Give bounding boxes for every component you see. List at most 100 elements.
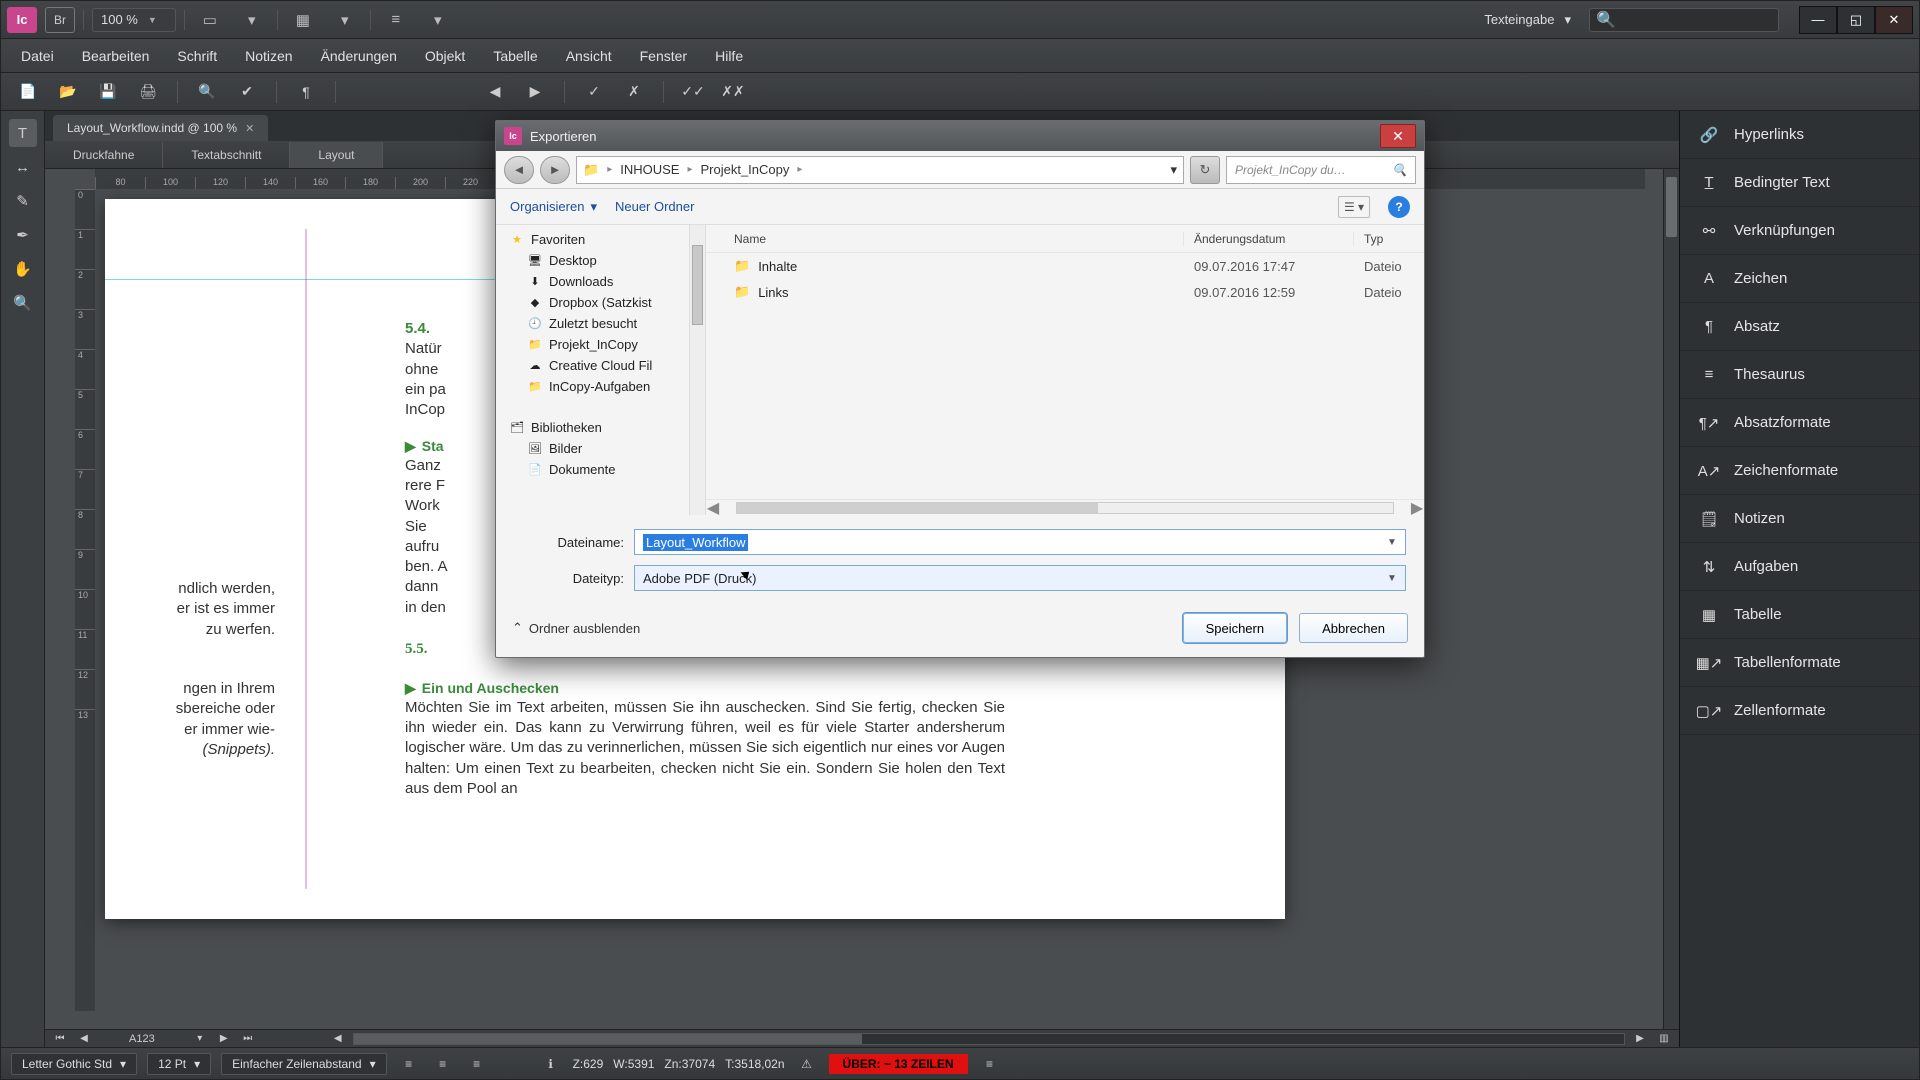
folder-tree[interactable]: ★Favoriten 🖥Desktop ⬇Downloads ◆Dropbox …	[496, 225, 706, 515]
dialog-close-button[interactable]: ✕	[1380, 124, 1416, 148]
menu-aenderungen[interactable]: Änderungen	[309, 42, 409, 70]
view-options-icon[interactable]: ≡	[379, 8, 413, 32]
zoom-tool-icon[interactable]: 🔍	[9, 289, 37, 317]
menu-fenster[interactable]: Fenster	[628, 42, 699, 70]
panel-conditional-text[interactable]: T̲Bedingter Text	[1680, 159, 1919, 207]
panel-links[interactable]: ⚯Verknüpfungen	[1680, 207, 1919, 255]
file-list-header[interactable]: Name Änderungsdatum Typ	[706, 225, 1424, 253]
screen-mode-icon[interactable]: ▭	[193, 8, 227, 32]
scroll-left-icon[interactable]: ◀	[329, 1032, 347, 1046]
dialog-titlebar[interactable]: Ic Exportieren ✕	[496, 121, 1424, 151]
breadcrumb[interactable]: 📁 ▸ INHOUSE ▸ Projekt_InCopy ▸ ▾	[576, 156, 1184, 184]
chevron-down-icon[interactable]: ▾	[421, 8, 455, 32]
new-icon[interactable]: 📄	[13, 79, 43, 105]
chevron-down-icon[interactable]: ▼	[1385, 535, 1399, 549]
panel-character-styles[interactable]: A↗Zeichenformate	[1680, 447, 1919, 495]
note-tool-icon[interactable]: ✎	[9, 187, 37, 215]
eyedropper-tool-icon[interactable]: ✒	[9, 221, 37, 249]
hide-folders-toggle[interactable]: ⌃Ordner ausblenden	[512, 620, 640, 636]
subtab-druckfahne[interactable]: Druckfahne	[45, 142, 163, 168]
page-number[interactable]: A123	[99, 1033, 185, 1045]
tree-item[interactable]: Bilder	[549, 441, 582, 456]
organize-dropdown[interactable]: Organisieren▾	[510, 199, 597, 215]
new-folder-button[interactable]: Neuer Ordner	[615, 199, 694, 214]
file-row[interactable]: 📁Links 09.07.2016 12:59 Dateio	[706, 279, 1424, 305]
panel-assignments[interactable]: ⇅Aufgaben	[1680, 543, 1919, 591]
close-tab-icon[interactable]: ✕	[245, 122, 254, 135]
next-page-icon[interactable]: ▶	[215, 1032, 233, 1046]
menu-bearbeiten[interactable]: Bearbeiten	[70, 42, 162, 70]
horizontal-scrollbar[interactable]	[353, 1033, 1625, 1045]
spellcheck-icon[interactable]: ✔︎	[232, 79, 262, 105]
scroll-thumb[interactable]	[737, 503, 1098, 513]
panel-notes[interactable]: 🗒Notizen	[1680, 495, 1919, 543]
panel-table[interactable]: ▦Tabelle	[1680, 591, 1919, 639]
tree-item[interactable]: Dokumente	[549, 462, 615, 477]
zoom-dropdown[interactable]: 100 %▼	[92, 8, 176, 32]
panel-character[interactable]: AZeichen	[1680, 255, 1919, 303]
vertical-scrollbar[interactable]	[1663, 169, 1679, 1029]
chevron-down-icon[interactable]: ▾	[1170, 162, 1177, 178]
subtab-layout[interactable]: Layout	[290, 142, 383, 168]
tree-item[interactable]: Dropbox (Satzkist	[549, 295, 652, 310]
view-mode-dropdown[interactable]: ☰ ▾	[1338, 196, 1370, 218]
tree-item[interactable]: Desktop	[549, 253, 597, 268]
panel-hyperlinks[interactable]: 🔗Hyperlinks	[1680, 111, 1919, 159]
panel-cell-styles[interactable]: ▢↗Zellenformate	[1680, 687, 1919, 735]
print-icon[interactable]: 🖨	[133, 79, 163, 105]
scroll-right-icon[interactable]: ▶	[1631, 1032, 1649, 1046]
leading-dropdown[interactable]: Einfacher Zeilenabstand▾	[221, 1053, 386, 1075]
file-row[interactable]: 📁Inhalte 09.07.2016 17:47 Dateio	[706, 253, 1424, 279]
menu-datei[interactable]: Datei	[9, 42, 66, 70]
tree-item[interactable]: Creative Cloud Fil	[549, 358, 652, 373]
panel-paragraph-styles[interactable]: ¶↗Absatzformate	[1680, 399, 1919, 447]
col-type[interactable]: Typ	[1354, 232, 1424, 246]
font-dropdown[interactable]: Letter Gothic Std▾	[11, 1053, 137, 1075]
save-icon[interactable]: 💾	[93, 79, 123, 105]
help-button[interactable]: ?	[1388, 196, 1410, 218]
save-button[interactable]: Speichern	[1183, 613, 1288, 643]
scroll-thumb[interactable]	[1666, 177, 1677, 237]
selection-tool-icon[interactable]: ↔	[9, 153, 37, 181]
open-icon[interactable]: 📂	[53, 79, 83, 105]
tree-scrollbar[interactable]	[689, 225, 705, 515]
breadcrumb-item[interactable]: INHOUSE	[620, 162, 679, 177]
prev-change-icon[interactable]: ◀	[480, 79, 510, 105]
chevron-down-icon[interactable]: ▾	[235, 8, 269, 32]
chevron-down-icon[interactable]: ▼	[1385, 571, 1399, 585]
reject-all-icon[interactable]: ✗✗	[718, 79, 748, 105]
panel-paragraph[interactable]: ¶Absatz	[1680, 303, 1919, 351]
help-search-input[interactable]: 🔍	[1589, 8, 1779, 32]
dialog-search-input[interactable]: Projekt_InCopy du… 🔍	[1226, 156, 1416, 184]
prev-page-icon[interactable]: ◀	[75, 1032, 93, 1046]
filename-input[interactable]: Layout_Workflow ▼	[634, 529, 1406, 555]
reject-icon[interactable]: ✗	[619, 79, 649, 105]
workspace-dropdown[interactable]: Texteingabe▾	[1474, 12, 1581, 28]
tree-item[interactable]: InCopy-Aufgaben	[549, 379, 650, 394]
scroll-thumb[interactable]	[692, 245, 703, 325]
nav-forward-button[interactable]: ►	[540, 156, 570, 184]
close-button[interactable]: ✕	[1875, 6, 1913, 34]
panel-thesaurus[interactable]: ≡Thesaurus	[1680, 351, 1919, 399]
breadcrumb-item[interactable]: Projekt_InCopy	[700, 162, 789, 177]
align-center-icon[interactable]: ≡	[431, 1054, 455, 1074]
hand-tool-icon[interactable]: ✋	[9, 255, 37, 283]
file-list-scrollbar[interactable]: ◀ ▶	[706, 499, 1424, 515]
bridge-button[interactable]: Br	[45, 7, 75, 33]
menu-notizen[interactable]: Notizen	[233, 42, 304, 70]
next-change-icon[interactable]: ▶	[520, 79, 550, 105]
last-page-icon[interactable]: ⏭	[239, 1032, 257, 1046]
menu-schrift[interactable]: Schrift	[165, 42, 229, 70]
cancel-button[interactable]: Abbrechen	[1299, 613, 1408, 643]
tree-item[interactable]: Zuletzt besucht	[549, 316, 637, 331]
type-tool-icon[interactable]: T	[9, 119, 37, 147]
menu-icon[interactable]: ≡	[978, 1054, 1002, 1074]
nav-back-button[interactable]: ◄	[504, 156, 534, 184]
arrange-icon[interactable]: ▦	[286, 8, 320, 32]
menu-hilfe[interactable]: Hilfe	[703, 42, 755, 70]
chevron-down-icon[interactable]: ▾	[328, 8, 362, 32]
menu-objekt[interactable]: Objekt	[413, 42, 477, 70]
menu-tabelle[interactable]: Tabelle	[481, 42, 549, 70]
panel-table-styles[interactable]: ▦↗Tabellenformate	[1680, 639, 1919, 687]
accept-icon[interactable]: ✓	[579, 79, 609, 105]
